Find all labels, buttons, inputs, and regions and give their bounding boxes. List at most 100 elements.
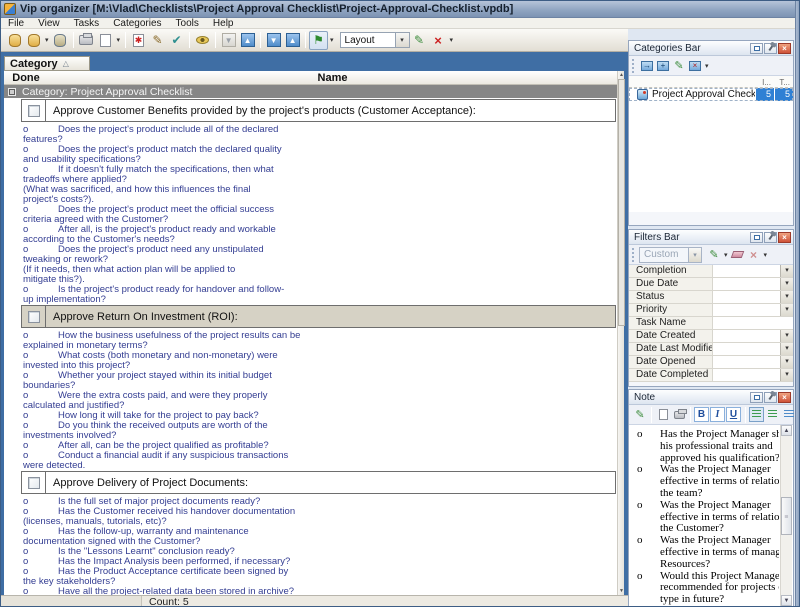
item-checkbox[interactable] — [28, 311, 40, 323]
open-database-button[interactable] — [24, 31, 43, 50]
scrollbar-thumb[interactable] — [618, 79, 625, 326]
close-panel-button[interactable]: × — [778, 43, 791, 54]
item-checkbox[interactable] — [28, 477, 40, 489]
item-checkbox[interactable] — [28, 105, 40, 117]
new-category-button[interactable]: → — [639, 58, 655, 74]
checklist-item-row[interactable]: Approve Customer Benefits provided by th… — [21, 99, 616, 122]
note-scroll-down-arrow[interactable]: ▼ — [781, 595, 792, 606]
edit-task-button[interactable]: ✎ — [148, 31, 167, 50]
restore-panel-button[interactable] — [750, 232, 763, 243]
category-row[interactable]: Project Approval Checklist55 — [629, 88, 793, 101]
underline-button[interactable]: U — [726, 407, 741, 422]
column-header-name[interactable]: Name — [48, 71, 617, 84]
pin-panel-button[interactable] — [764, 43, 777, 54]
apply-filter-button[interactable]: ✎ — [706, 247, 722, 263]
menu-categories[interactable]: Categories — [106, 18, 168, 29]
filter-dropdown-button[interactable]: ▾ — [780, 278, 793, 290]
expand-all-button[interactable]: ▼ — [264, 31, 283, 50]
item-name[interactable]: Approve Customer Benefits provided by th… — [46, 100, 615, 121]
edit-category-button[interactable]: ✎ — [671, 58, 687, 74]
menu-file[interactable]: File — [1, 18, 31, 29]
categories-count-column-1[interactable]: I... — [762, 78, 771, 87]
align-left-button[interactable] — [749, 407, 764, 422]
filter-value-cell[interactable] — [713, 317, 793, 329]
move-down-button[interactable]: ▼ — [219, 31, 238, 50]
delete-filter-button[interactable]: × — [746, 247, 762, 263]
menu-help[interactable]: Help — [206, 18, 241, 29]
filter-value-cell[interactable] — [713, 330, 780, 342]
filter-dropdown-button[interactable]: ▾ — [780, 291, 793, 303]
categories-toolbar-caret[interactable]: ▾ — [705, 62, 709, 70]
italic-button[interactable]: I — [710, 407, 725, 422]
print-button[interactable] — [77, 31, 96, 50]
bullet-list-button[interactable] — [781, 407, 796, 422]
column-header-done[interactable]: Done — [4, 71, 48, 84]
filter-value-cell[interactable] — [713, 278, 780, 290]
filter-dropdown-button[interactable]: ▾ — [780, 304, 793, 316]
toolbar-grip[interactable] — [632, 248, 635, 262]
close-panel-button[interactable]: × — [778, 232, 791, 243]
align-justify-button[interactable] — [765, 407, 780, 422]
filter-preset-combobox[interactable]: Custom — [639, 247, 689, 263]
restore-panel-button[interactable] — [750, 43, 763, 54]
layout-combobox-caret[interactable]: ▾ — [396, 32, 410, 48]
filter-value-cell[interactable] — [713, 369, 780, 381]
menu-view[interactable]: View — [31, 18, 67, 29]
category-group-header[interactable]: Category: Project Approval Checklist — [4, 85, 617, 98]
filter-dropdown-button[interactable]: ▾ — [780, 356, 793, 368]
menu-tasks[interactable]: Tasks — [67, 18, 107, 29]
print-options-caret[interactable]: ▾ — [117, 36, 121, 44]
save-database-button[interactable] — [51, 31, 70, 50]
flag-view-button[interactable]: ⚑ — [309, 31, 328, 50]
view-button[interactable] — [193, 31, 212, 50]
group-by-category-tab[interactable]: Category △ — [4, 56, 90, 71]
list-vertical-scrollbar[interactable]: ▲ ▼ — [617, 71, 624, 595]
filters-toolbar-caret[interactable]: ▾ — [764, 251, 768, 259]
open-dropdown-caret[interactable]: ▾ — [45, 36, 49, 44]
note-save-button[interactable]: ✎ — [632, 407, 648, 423]
item-name[interactable]: Approve Delivery of Project Documents: — [46, 472, 615, 493]
note-editor[interactable]: oHas the Project Manager shownhis profes… — [629, 425, 793, 606]
restore-panel-button[interactable] — [750, 392, 763, 403]
checklist-item-row[interactable]: Approve Delivery of Project Documents: — [21, 471, 616, 494]
filter-value-cell[interactable] — [713, 343, 780, 355]
edit-layout-button[interactable]: ✎ — [410, 31, 429, 50]
apply-filter-caret[interactable]: ▾ — [724, 251, 728, 259]
note-scrollbar-thumb[interactable]: ≡ — [781, 497, 792, 535]
new-task-button[interactable]: ✱ — [129, 31, 148, 50]
note-scroll-up-arrow[interactable]: ▲ — [781, 425, 792, 436]
scroll-up-arrow[interactable]: ▲ — [618, 71, 625, 79]
note-new-page-button[interactable] — [655, 407, 671, 423]
menu-tools[interactable]: Tools — [169, 18, 206, 29]
complete-task-button[interactable]: ✔ — [167, 31, 186, 50]
filter-dropdown-button[interactable]: ▾ — [780, 265, 793, 277]
filter-preset-caret[interactable]: ▾ — [689, 247, 702, 263]
checklist-item-row[interactable]: Approve Return On Investment (ROI): — [21, 305, 616, 328]
filter-value-cell[interactable] — [713, 304, 780, 316]
filter-value-cell[interactable] — [713, 291, 780, 303]
filter-value-cell[interactable] — [713, 356, 780, 368]
filter-dropdown-button[interactable]: ▾ — [780, 330, 793, 342]
scroll-down-arrow[interactable]: ▼ — [618, 587, 625, 595]
item-name[interactable]: Approve Return On Investment (ROI): — [46, 306, 615, 327]
delete-layout-button[interactable]: × — [429, 31, 448, 50]
new-database-button[interactable] — [5, 31, 24, 50]
collapse-group-icon[interactable] — [8, 88, 16, 96]
bold-button[interactable]: B — [694, 407, 709, 422]
layout-combobox[interactable]: Layout — [340, 32, 396, 48]
close-panel-button[interactable]: × — [778, 392, 791, 403]
pin-panel-button[interactable] — [764, 392, 777, 403]
move-up-button[interactable]: ▲ — [238, 31, 257, 50]
filter-value-cell[interactable] — [713, 265, 780, 277]
filter-dropdown-button[interactable]: ▾ — [780, 369, 793, 381]
collapse-all-button[interactable]: ▲ — [283, 31, 302, 50]
add-subcategory-button[interactable]: + — [655, 58, 671, 74]
toolbar-grip[interactable] — [632, 59, 635, 73]
pin-panel-button[interactable] — [764, 232, 777, 243]
filter-dropdown-button[interactable]: ▾ — [780, 343, 793, 355]
layout-options-caret[interactable]: ▾ — [450, 36, 454, 44]
categories-count-column-2[interactable]: T... — [779, 78, 790, 87]
note-print-button[interactable] — [671, 407, 687, 423]
flag-dropdown-caret[interactable]: ▾ — [330, 36, 334, 44]
clear-filter-button[interactable] — [730, 247, 746, 263]
